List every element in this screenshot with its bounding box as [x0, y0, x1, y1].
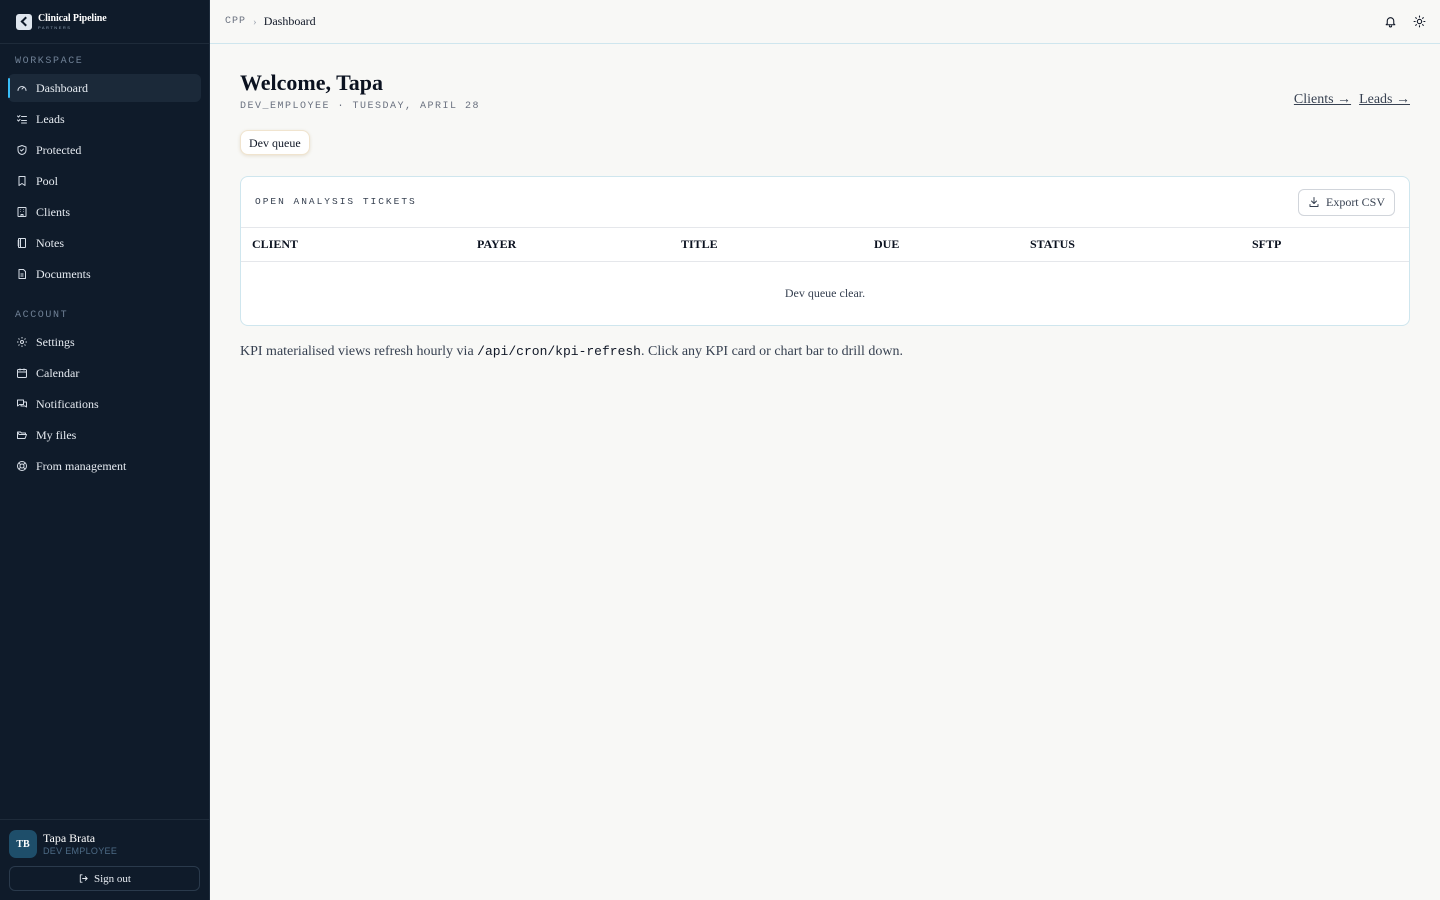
sidebar-item-settings[interactable]: Settings: [8, 328, 201, 356]
export-csv-button[interactable]: Export CSV: [1297, 188, 1395, 216]
footnote-endpoint: /api/cron/kpi-refresh: [477, 344, 641, 359]
shield-check-icon: [17, 145, 27, 155]
sign-out-label: Sign out: [94, 872, 131, 885]
sidebar-item-label: Clients: [36, 204, 71, 219]
file-text-icon: [18, 269, 26, 279]
workspace-nav: Dashboard Leads Protected Pool Clients N…: [0, 74, 209, 288]
page-title: Welcome, Tapa: [240, 70, 384, 95]
sidebar-item-label: Leads: [36, 111, 65, 126]
user-profile[interactable]: TB Tapa Brata DEV EMPLOYEE: [9, 830, 200, 858]
breadcrumb-separator-icon: ›: [253, 15, 257, 28]
sidebar-item-label: From management: [36, 458, 127, 473]
kpi-footnote: KPI materialised views refresh hourly vi…: [240, 344, 1410, 360]
sidebar-item-label: Documents: [36, 266, 91, 281]
card-header: OPEN ANALYSIS TICKETS Export CSV: [241, 177, 1409, 228]
avatar: TB: [9, 830, 37, 858]
column-header-payer[interactable]: PAYER: [466, 228, 670, 262]
sidebar-item-protected[interactable]: Protected: [8, 136, 201, 164]
gauge-icon: [17, 86, 27, 91]
sidebar-item-from-management[interactable]: From management: [8, 452, 201, 480]
download-icon: [1309, 197, 1319, 207]
open-tickets-card: OPEN ANALYSIS TICKETS Export CSV CLIENT …: [240, 176, 1410, 326]
brand[interactable]: Clinical Pipeline PARTNERS: [0, 0, 209, 44]
breadcrumb-current: Dashboard: [263, 14, 316, 28]
brand-name: Clinical Pipeline: [38, 12, 107, 24]
messages-icon: [17, 399, 27, 408]
column-header-status[interactable]: STATUS: [1019, 228, 1241, 262]
sign-out-button[interactable]: Sign out: [9, 866, 200, 891]
leads-link[interactable]: Leads →: [1359, 92, 1410, 108]
card-title: OPEN ANALYSIS TICKETS: [255, 195, 417, 207]
role-date-subtitle: DEV_EMPLOYEE · TUESDAY, APRIL 28: [240, 101, 481, 112]
sidebar-item-pool[interactable]: Pool: [8, 167, 201, 195]
user-panel: TB Tapa Brata DEV EMPLOYEE Sign out: [0, 819, 209, 900]
footnote-text-start: KPI materialised views refresh hourly vi…: [240, 344, 478, 359]
topbar: CPP › Dashboard: [210, 0, 1440, 44]
gear-icon: [17, 337, 27, 347]
building-icon: [17, 207, 27, 217]
life-buoy-icon: [17, 461, 27, 471]
quick-links: Clients → Leads →: [1294, 92, 1410, 108]
column-header-due[interactable]: DUE: [863, 228, 1019, 262]
sidebar-item-label: Protected: [36, 142, 82, 157]
sidebar-item-label: Settings: [36, 334, 75, 349]
export-csv-label: Export CSV: [1325, 194, 1385, 209]
clients-link[interactable]: Clients →: [1294, 92, 1351, 108]
column-header-client[interactable]: CLIENT: [241, 228, 466, 262]
sidebar-item-my-files[interactable]: My files: [8, 421, 201, 449]
sidebar-item-label: Dashboard: [36, 80, 88, 95]
sidebar-item-label: Calendar: [36, 365, 80, 380]
column-header-sftp[interactable]: SFTP: [1241, 228, 1409, 262]
tickets-table: CLIENT PAYER TITLE DUE STATUS SFTP Dev q…: [241, 228, 1409, 325]
workspace-section-label: WORKSPACE: [15, 56, 84, 67]
main-content: Welcome, Tapa DEV_EMPLOYEE · TUESDAY, AP…: [240, 70, 1410, 360]
sidebar-item-documents[interactable]: Documents: [8, 260, 201, 288]
sidebar-item-notifications[interactable]: Notifications: [8, 390, 201, 418]
brand-logo-icon: [16, 13, 32, 30]
sidebar-item-leads[interactable]: Leads: [8, 105, 201, 133]
sidebar-item-notes[interactable]: Notes: [8, 229, 201, 257]
calendar-icon: [17, 368, 27, 378]
sidebar-item-label: Notes: [36, 235, 64, 250]
list-checks-icon: [17, 115, 27, 124]
table-header-row: CLIENT PAYER TITLE DUE STATUS SFTP: [241, 228, 1409, 262]
folder-open-icon: [17, 431, 27, 439]
breadcrumb-root[interactable]: CPP: [225, 16, 246, 27]
sidebar-item-label: My files: [36, 427, 77, 442]
sidebar-item-label: Notifications: [36, 396, 99, 411]
tab-dev-queue[interactable]: Dev queue: [240, 130, 310, 155]
brand-subtitle: PARTNERS: [38, 24, 72, 30]
user-role: DEV EMPLOYEE: [43, 845, 118, 856]
user-name: Tapa Brata: [43, 831, 96, 846]
sidebar-item-clients[interactable]: Clients: [8, 198, 201, 226]
topbar-actions: [1384, 15, 1426, 28]
sidebar: Clinical Pipeline PARTNERS WORKSPACE Das…: [0, 0, 210, 900]
log-out-icon: [79, 874, 88, 883]
sidebar-item-calendar[interactable]: Calendar: [8, 359, 201, 387]
sun-icon[interactable]: [1413, 15, 1426, 28]
empty-row: Dev queue clear.: [241, 261, 1409, 325]
breadcrumb: CPP › Dashboard: [225, 14, 316, 29]
bookmark-icon: [18, 176, 26, 186]
sidebar-item-label: Pool: [36, 173, 59, 188]
account-section-label: ACCOUNT: [15, 310, 69, 321]
column-header-title[interactable]: TITLE: [670, 228, 863, 262]
footnote-text-end: . Click any KPI card or chart bar to dri…: [640, 344, 904, 359]
account-nav: Settings Calendar Notifications My files…: [0, 328, 209, 480]
bell-icon[interactable]: [1384, 15, 1397, 28]
sidebar-item-dashboard[interactable]: Dashboard: [8, 74, 201, 102]
empty-state-message: Dev queue clear.: [784, 285, 866, 300]
notebook-icon: [17, 238, 26, 248]
